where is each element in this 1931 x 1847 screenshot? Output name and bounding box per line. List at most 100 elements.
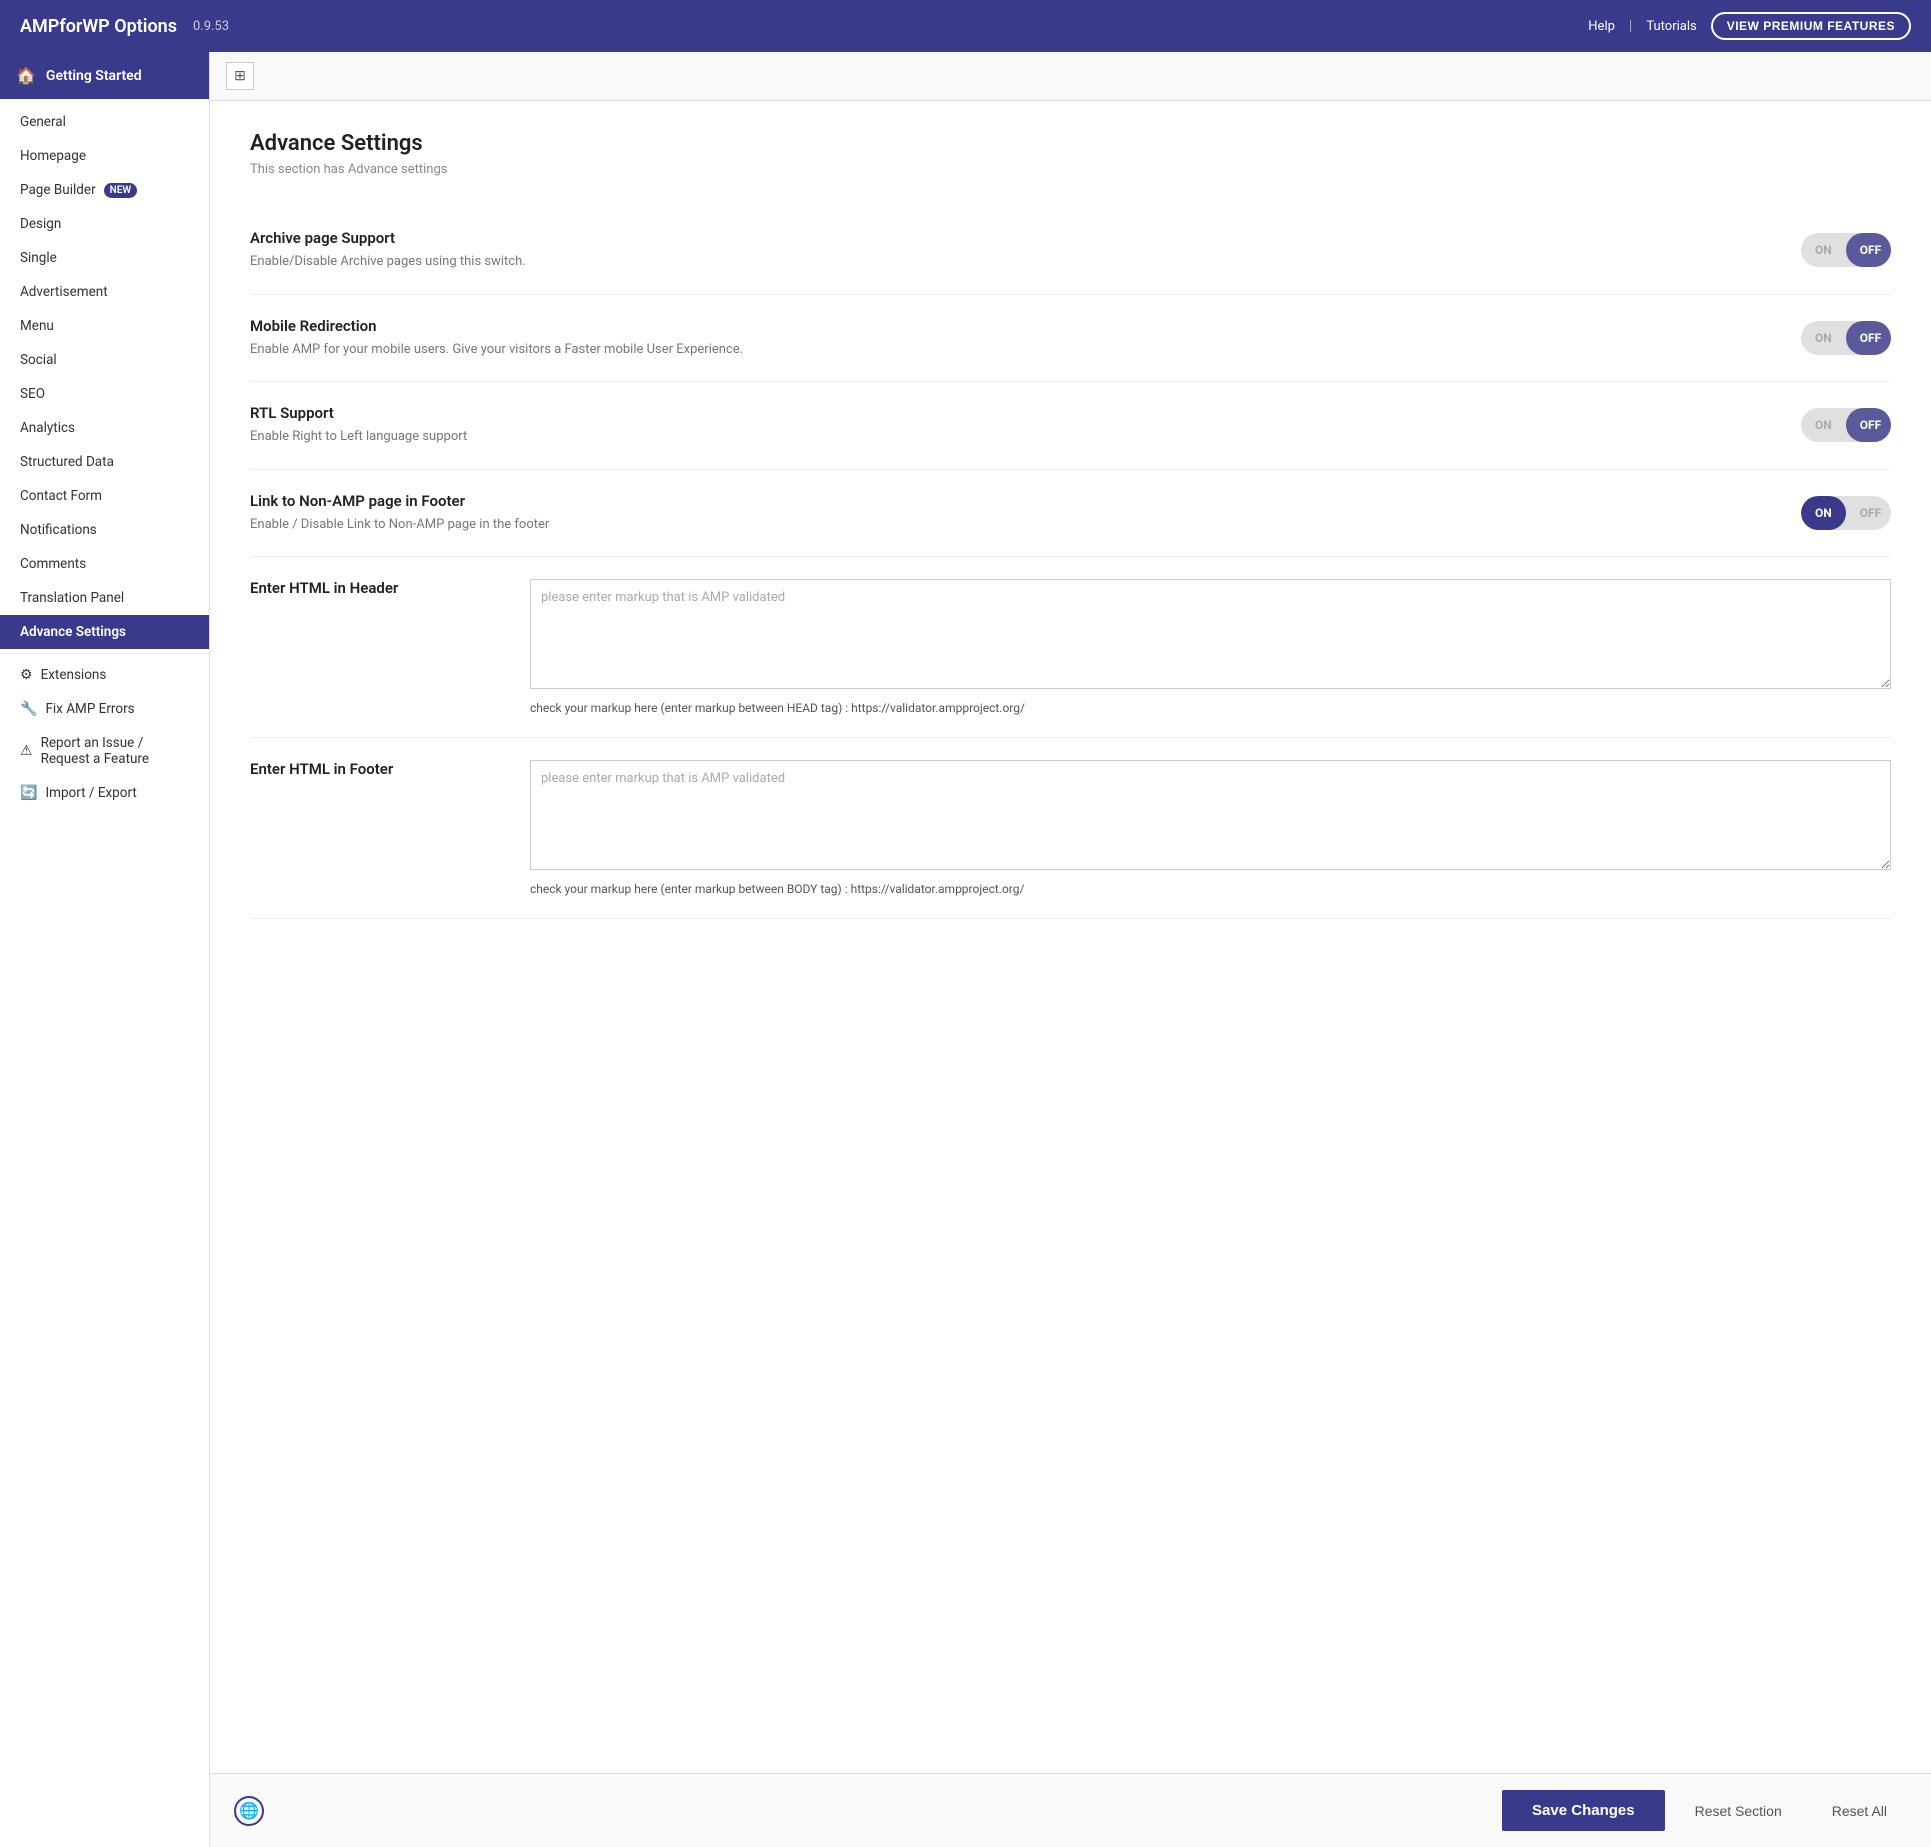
homepage-label: Homepage xyxy=(20,148,86,164)
header-left: AMPforWP Options 0.9.53 xyxy=(20,16,229,37)
general-label: General xyxy=(20,114,66,130)
toggle-on-label: ON xyxy=(1801,233,1846,267)
sidebar-item-fix-amp-errors[interactable]: 🔧 Fix AMP Errors xyxy=(0,692,209,726)
html-header-label-col: Enter HTML in Header xyxy=(250,579,510,715)
sidebar-item-structured-data[interactable]: Structured Data xyxy=(0,445,209,479)
social-label: Social xyxy=(20,352,57,368)
sidebar-item-translation-panel[interactable]: Translation Panel xyxy=(0,581,209,615)
toggle-mobile[interactable]: ON OFF xyxy=(1801,321,1891,355)
setting-control-nonamp: ON OFF xyxy=(1801,496,1891,530)
sidebar-item-menu[interactable]: Menu xyxy=(0,309,209,343)
html-footer-section: Enter HTML in Footer check your markup h… xyxy=(250,738,1891,919)
setting-control-archive: ON OFF xyxy=(1801,233,1891,267)
toggle-off-label: OFF xyxy=(1846,233,1891,267)
content-area: Advance Settings This section has Advanc… xyxy=(210,101,1931,1773)
setting-desc-mobile: Enable AMP for your mobile users. Give y… xyxy=(250,340,1771,360)
setting-row-archive: Archive page Support Enable/Disable Arch… xyxy=(250,207,1891,295)
sidebar-item-contact-form[interactable]: Contact Form xyxy=(0,479,209,513)
html-header-section: Enter HTML in Header check your markup h… xyxy=(250,557,1891,738)
sidebar-item-page-builder[interactable]: Page Builder NEW xyxy=(0,173,209,207)
structured-data-label: Structured Data xyxy=(20,454,114,470)
premium-button[interactable]: VIEW PREMIUM FEATURES xyxy=(1711,12,1911,40)
report-icon: ⚠ xyxy=(20,743,33,759)
sidebar-item-report-issue[interactable]: ⚠ Report an Issue / Request a Feature xyxy=(0,726,209,776)
import-export-icon: 🔄 xyxy=(20,785,37,801)
html-header-input-col: check your markup here (enter markup bet… xyxy=(530,579,1891,715)
toggle-off-label: OFF xyxy=(1846,321,1891,355)
setting-row-mobile: Mobile Redirection Enable AMP for your m… xyxy=(250,295,1891,383)
sidebar-item-analytics[interactable]: Analytics xyxy=(0,411,209,445)
import-export-label: Import / Export xyxy=(45,785,136,801)
setting-row-nonamp: Link to Non-AMP page in Footer Enable / … xyxy=(250,470,1891,558)
page-builder-label: Page Builder xyxy=(20,182,96,198)
html-footer-title: Enter HTML in Footer xyxy=(250,760,510,778)
sidebar-item-advertisement[interactable]: Advertisement xyxy=(0,275,209,309)
setting-name-nonamp: Link to Non-AMP page in Footer xyxy=(250,492,1771,510)
help-link[interactable]: Help xyxy=(1588,19,1615,34)
sidebar-item-design[interactable]: Design xyxy=(0,207,209,241)
toggle-archive[interactable]: ON OFF xyxy=(1801,233,1891,267)
sidebar-item-comments[interactable]: Comments xyxy=(0,547,209,581)
advertisement-label: Advertisement xyxy=(20,284,108,300)
reset-all-button[interactable]: Reset All xyxy=(1812,1791,1907,1831)
report-label: Report an Issue / Request a Feature xyxy=(41,735,149,767)
toggle-rtl[interactable]: ON OFF xyxy=(1801,408,1891,442)
sidebar-item-social[interactable]: Social xyxy=(0,343,209,377)
sidebar-item-getting-started[interactable]: 🏠 Getting Started xyxy=(0,52,209,99)
sidebar-item-extensions[interactable]: ⚙ Extensions xyxy=(0,658,209,692)
setting-info-mobile: Mobile Redirection Enable AMP for your m… xyxy=(250,317,1801,360)
extensions-icon: ⚙ xyxy=(20,667,33,683)
menu-label: Menu xyxy=(20,318,54,334)
setting-name-rtl: RTL Support xyxy=(250,404,1771,422)
top-header: AMPforWP Options 0.9.53 Help | Tutorials… xyxy=(0,0,1931,52)
analytics-label: Analytics xyxy=(20,420,75,436)
getting-started-label: Getting Started xyxy=(46,68,142,84)
new-badge: NEW xyxy=(104,183,138,198)
sidebar-item-import-export[interactable]: 🔄 Import / Export xyxy=(0,776,209,810)
html-header-textarea[interactable] xyxy=(530,579,1891,689)
app-title: AMPforWP Options xyxy=(20,16,177,37)
notifications-label: Notifications xyxy=(20,522,97,538)
html-footer-label-col: Enter HTML in Footer xyxy=(250,760,510,896)
sidebar-nav: General Homepage Page Builder NEW Design… xyxy=(0,99,209,816)
setting-info-nonamp: Link to Non-AMP page in Footer Enable / … xyxy=(250,492,1801,535)
setting-control-rtl: ON OFF xyxy=(1801,408,1891,442)
main-content: ⊞ Advance Settings This section has Adva… xyxy=(210,52,1931,1847)
tutorials-link[interactable]: Tutorials xyxy=(1646,19,1696,34)
sidebar-divider xyxy=(0,653,209,654)
save-button[interactable]: Save Changes xyxy=(1502,1790,1665,1831)
sidebar-item-notifications[interactable]: Notifications xyxy=(0,513,209,547)
sidebar-item-seo[interactable]: SEO xyxy=(0,377,209,411)
bottom-bar-right: Save Changes Reset Section Reset All xyxy=(1502,1790,1907,1831)
sidebar-item-single[interactable]: Single xyxy=(0,241,209,275)
seo-label: SEO xyxy=(20,386,45,402)
sidebar-item-advance-settings[interactable]: Advance Settings xyxy=(0,615,209,649)
html-footer-hint: check your markup here (enter markup bet… xyxy=(530,882,1891,896)
app-version: 0.9.53 xyxy=(193,19,229,34)
toggle-off-label: OFF xyxy=(1846,496,1891,530)
toggle-on-label: ON xyxy=(1801,496,1846,530)
sidebar-item-homepage[interactable]: Homepage xyxy=(0,139,209,173)
toggle-off-label: OFF xyxy=(1846,408,1891,442)
setting-name-mobile: Mobile Redirection xyxy=(250,317,1771,335)
html-footer-input-col: check your markup here (enter markup bet… xyxy=(530,760,1891,896)
sidebar-item-general[interactable]: General xyxy=(0,105,209,139)
setting-info-rtl: RTL Support Enable Right to Left languag… xyxy=(250,404,1801,447)
fix-amp-label: Fix AMP Errors xyxy=(45,701,134,717)
reset-section-button[interactable]: Reset Section xyxy=(1675,1791,1802,1831)
setting-desc-archive: Enable/Disable Archive pages using this … xyxy=(250,252,1771,272)
setting-control-mobile: ON OFF xyxy=(1801,321,1891,355)
contact-form-label: Contact Form xyxy=(20,488,102,504)
setting-info-archive: Archive page Support Enable/Disable Arch… xyxy=(250,229,1801,272)
fix-amp-icon: 🔧 xyxy=(20,701,37,717)
html-footer-row: Enter HTML in Footer check your markup h… xyxy=(250,760,1891,896)
html-header-hint: check your markup here (enter markup bet… xyxy=(530,701,1891,715)
toggle-nonamp[interactable]: ON OFF xyxy=(1801,496,1891,530)
html-header-row: Enter HTML in Header check your markup h… xyxy=(250,579,1891,715)
page-title: Advance Settings xyxy=(250,131,1891,156)
html-header-title: Enter HTML in Header xyxy=(250,579,510,597)
extensions-label: Extensions xyxy=(41,667,107,683)
html-footer-textarea[interactable] xyxy=(530,760,1891,870)
grid-icon[interactable]: ⊞ xyxy=(226,62,254,90)
advance-settings-label: Advance Settings xyxy=(20,624,126,640)
